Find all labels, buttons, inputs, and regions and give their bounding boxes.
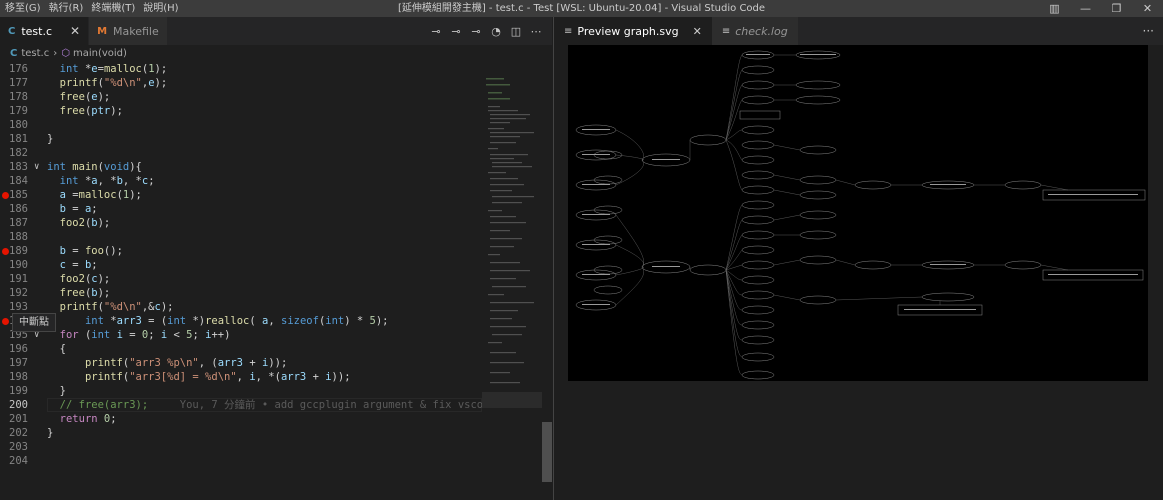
call-graph-image — [575, 50, 1146, 380]
breakpoint-tooltip: 中斷點 — [12, 313, 56, 332]
code-line: 188 — [9, 231, 28, 243]
code-line: 181} — [9, 133, 54, 145]
tab-test-c[interactable]: C test.c ✕ — [0, 17, 90, 45]
c-file-icon: C — [10, 48, 18, 59]
menu-bar: 移至(G) 執行(R) 終端機(T) 說明(H) — [0, 0, 186, 17]
minimize-button[interactable]: — — [1070, 0, 1101, 17]
c-file-icon: C — [8, 25, 16, 37]
left-editor-group: C test.c ✕ M Makefile ⊸ ⊸ ⊸ ◔ ◫ ⋯ C test… — [0, 17, 552, 500]
code-line: 187 foo2(b); — [9, 217, 111, 229]
file-icon: ≡ — [721, 25, 731, 37]
breadcrumb-symbol[interactable]: main(void) — [73, 48, 127, 59]
svg-graph-preview[interactable] — [568, 45, 1148, 381]
close-tab-icon[interactable]: ✕ — [70, 24, 80, 38]
menu-goto[interactable]: 移至(G) — [4, 0, 48, 17]
more-actions-icon[interactable]: ··· — [1143, 17, 1154, 45]
vertical-scrollbar[interactable] — [542, 62, 552, 500]
tab-label: test.c — [21, 24, 53, 38]
code-line: 202} — [9, 427, 54, 439]
code-line: 196 { — [9, 343, 66, 355]
tab-label: check.log — [735, 24, 788, 38]
scrollbar-thumb[interactable] — [542, 422, 552, 482]
breadcrumb-file[interactable]: test.c — [21, 48, 49, 59]
code-line: 180 — [9, 119, 28, 131]
menu-run[interactable]: 執行(R) — [48, 0, 91, 17]
editor-actions: ⊸ ⊸ ⊸ ◔ ◫ ⋯ — [426, 17, 546, 45]
git-blame-annotation: You, 7 分鐘前 • add gccplugin argument & fi… — [179, 399, 482, 411]
next-change-icon[interactable]: ⊸ — [466, 25, 486, 38]
window-controls: ▥ — ❐ ✕ — [1039, 0, 1163, 17]
tab-check-log[interactable]: ≡ check.log — [711, 17, 798, 45]
minimap-render — [482, 78, 542, 408]
tab-preview-graph-svg[interactable]: ≡ Preview graph.svg ✕ — [554, 17, 712, 45]
code-line: 177 printf("%d\n",e); — [9, 77, 168, 89]
function-icon: ⬡ — [61, 48, 70, 59]
code-line: 189 b = foo(); — [0, 244, 482, 258]
code-line: 178 free(e); — [9, 91, 111, 103]
tab-label: Makefile — [113, 24, 159, 38]
minimap[interactable] — [482, 62, 542, 500]
code-line: 184 int *a, *b, *c; — [9, 175, 155, 187]
code-line: 204 — [9, 455, 28, 467]
preview-icon: ≡ — [564, 25, 573, 37]
code-line: 199 } — [9, 385, 66, 397]
code-line: 192 free(b); — [9, 287, 111, 299]
layout-icon[interactable]: ▥ — [1039, 0, 1070, 17]
menu-help[interactable]: 說明(H) — [142, 0, 185, 17]
chevron-right-icon: › — [53, 48, 58, 59]
close-tab-icon[interactable]: ✕ — [693, 25, 702, 38]
right-tab-bar: ≡ Preview graph.svg ✕ ≡ check.log ··· — [554, 17, 1163, 45]
restore-button[interactable]: ❐ — [1101, 0, 1132, 17]
code-editor[interactable]: 176 int *e=malloc(1); 177 printf("%d\n",… — [0, 62, 482, 500]
tab-label: Preview graph.svg — [577, 24, 679, 38]
code-line: 185 a =malloc(1); — [0, 188, 482, 202]
code-line: 191 foo2(c); — [9, 273, 111, 285]
menu-terminal[interactable]: 終端機(T) — [90, 0, 142, 17]
code-line: 197 printf("arr3 %p\n", (arr3 + i)); — [9, 357, 288, 369]
code-line: 190 c = b; — [9, 259, 98, 271]
timeline-icon[interactable]: ◔ — [486, 25, 506, 38]
left-tab-bar: C test.c ✕ M Makefile ⊸ ⊸ ⊸ ◔ ◫ ⋯ — [0, 17, 552, 45]
breadcrumb: C test.c › ⬡ main(void) — [0, 45, 552, 62]
code-line: 179 free(ptr); — [9, 105, 123, 117]
previous-change-icon[interactable]: ⊸ — [446, 25, 466, 38]
makefile-icon: M — [97, 25, 108, 37]
tab-makefile[interactable]: M Makefile — [89, 17, 168, 45]
git-commit-icon[interactable]: ⊸ — [426, 25, 446, 38]
code-line: 201 return 0; — [9, 413, 117, 425]
code-line: 176 int *e=malloc(1); — [9, 63, 168, 75]
title-bar: 移至(G) 執行(R) 終端機(T) 說明(H) [延伸模組開發主機] - te… — [0, 0, 1163, 17]
right-editor-group: ≡ Preview graph.svg ✕ ≡ check.log ··· — [553, 17, 1163, 500]
close-window-button[interactable]: ✕ — [1132, 0, 1163, 17]
code-line: 193 printf("%d\n",&c); — [9, 301, 174, 313]
code-line: 203 — [9, 441, 28, 453]
code-line: 195 ∨ for (int i = 0; i < 5; i++) — [9, 329, 231, 341]
fold-chevron-icon[interactable]: ∨ — [34, 160, 39, 174]
code-line: 182 — [9, 147, 28, 159]
current-line: 200 // free(arr3); You, 7 分鐘前 • add gccp… — [0, 398, 482, 412]
code-line: 194 int *arr3 = (int *)realloc( a, sizeo… — [0, 314, 482, 328]
code-line: 183 ∨ int main(void){ — [9, 160, 142, 174]
code-line: 186 b = a; — [9, 203, 98, 215]
split-editor-icon[interactable]: ◫ — [506, 25, 526, 38]
more-actions-icon[interactable]: ⋯ — [526, 25, 546, 38]
code-line: 198 printf("arr3[%d] = %d\n", i, *(arr3 … — [9, 371, 351, 383]
